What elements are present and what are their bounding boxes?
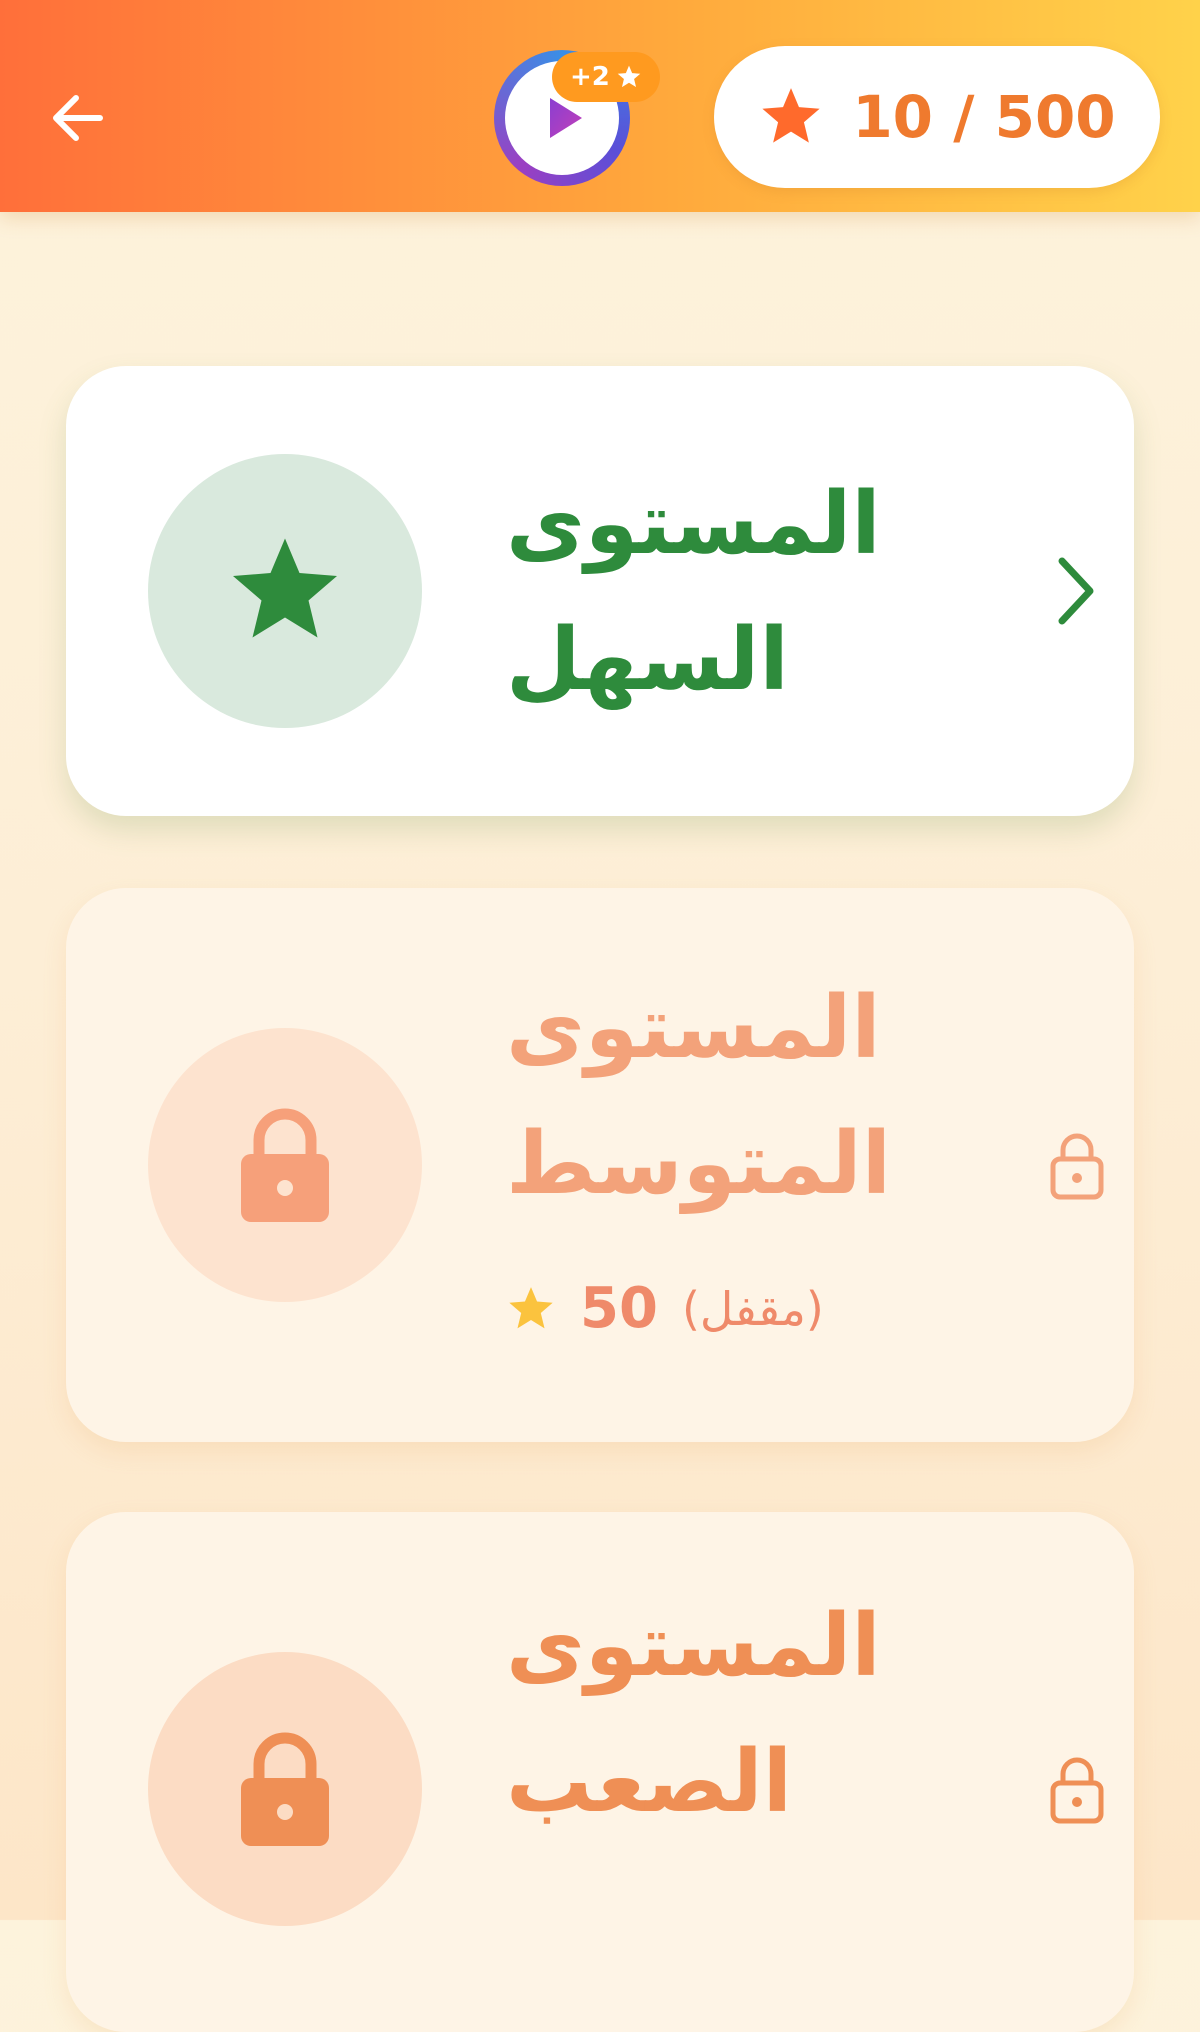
level-card-medium[interactable]: المستوى المتوسط 50 (مقفل) <box>66 888 1134 1442</box>
locked-indicator <box>1042 1120 1112 1210</box>
chevron-right-icon <box>1058 557 1094 625</box>
locked-status-text: (مقفل) <box>681 1281 824 1336</box>
padlock-icon <box>1050 1133 1104 1200</box>
arrow-left-icon <box>53 95 103 141</box>
watch-video-reward-button[interactable]: +2 <box>494 50 660 186</box>
star-icon <box>762 88 820 143</box>
unlock-cost: 50 <box>580 1276 658 1341</box>
level-icon-circle <box>148 1652 422 1926</box>
level-title-line-1: المستوى <box>506 1596 881 1696</box>
padlock-icon <box>1050 1757 1104 1824</box>
level-icon-circle <box>148 1028 422 1302</box>
top-bar: +2 10 / 500 <box>0 0 1200 212</box>
level-title: المستوى السهل <box>506 456 976 728</box>
locked-indicator <box>1042 1744 1112 1834</box>
level-card-easy[interactable]: المستوى السهل <box>66 366 1134 816</box>
padlock-icon <box>241 1108 329 1222</box>
level-title-line-1: المستوى <box>506 978 881 1078</box>
level-title-line-2: المتوسط <box>506 1114 892 1214</box>
reward-badge-text: +2 <box>570 62 610 92</box>
star-icon <box>509 1286 553 1328</box>
level-title-line-1: المستوى <box>506 474 881 574</box>
level-card-hard[interactable]: المستوى الصعب <box>66 1512 1134 2032</box>
star-icon <box>617 65 641 88</box>
level-title: المستوى المتوسط <box>506 960 976 1232</box>
level-title-line-2: السهل <box>506 610 789 710</box>
padlock-icon <box>241 1732 329 1846</box>
open-level-button[interactable] <box>1040 546 1110 636</box>
level-title-line-2: الصعب <box>506 1732 793 1832</box>
level-icon-circle <box>148 454 422 728</box>
back-button[interactable] <box>38 78 118 158</box>
unlock-requirement: 50 (مقفل) <box>506 1276 824 1341</box>
reward-badge: +2 <box>552 52 660 102</box>
star-icon <box>233 538 337 638</box>
level-title: المستوى الصعب <box>506 1578 976 1850</box>
score-text: 10 / 500 <box>852 83 1116 151</box>
score-counter: 10 / 500 <box>714 46 1160 188</box>
